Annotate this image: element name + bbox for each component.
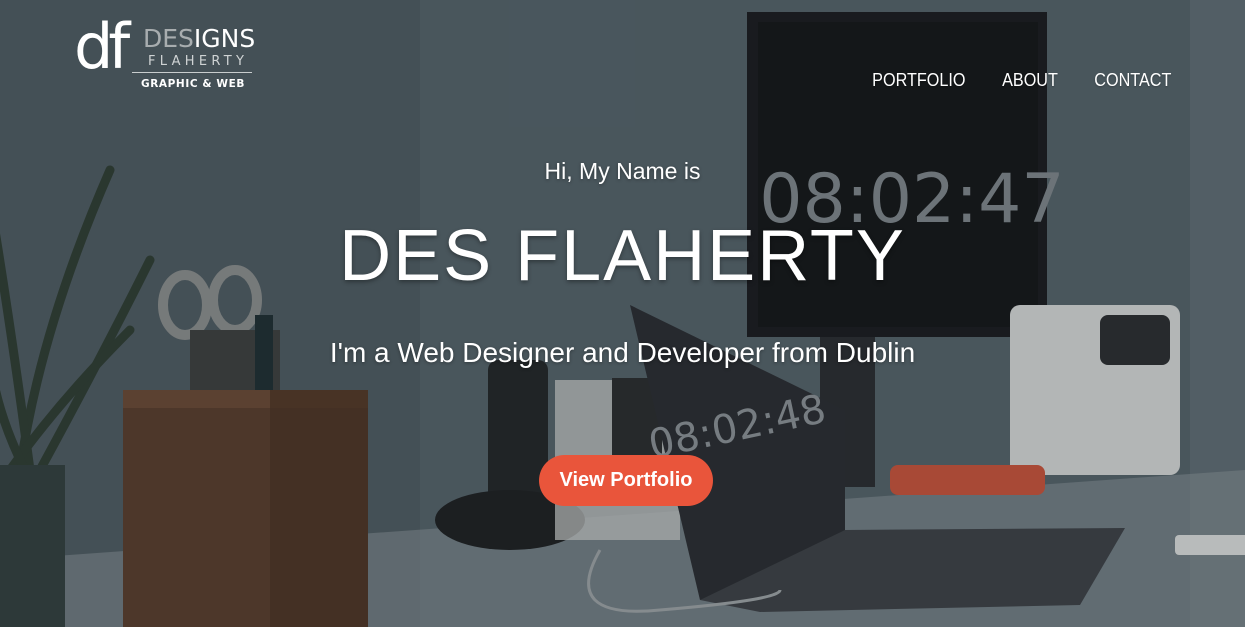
logo-designs-dim: DES bbox=[143, 24, 194, 53]
hero-name: DES FLAHERTY bbox=[339, 216, 906, 296]
logo-designs-bright: IGNS bbox=[193, 24, 256, 53]
main-nav: PORTFOLIO ABOUT CONTACT bbox=[867, 70, 1176, 91]
hero-tagline: I'm a Web Designer and Developer from Du… bbox=[329, 337, 916, 368]
hero-intro: Hi, My Name is bbox=[544, 158, 701, 184]
logo-designs: DESIGNS bbox=[143, 26, 255, 51]
logo-tagline: GRAPHIC & WEB bbox=[141, 78, 245, 90]
site-logo[interactable]: df DESIGNS FLAHERTY GRAPHIC & WEB bbox=[74, 16, 256, 98]
logo-divider bbox=[132, 72, 252, 73]
view-portfolio-button[interactable]: View Portfolio bbox=[539, 455, 713, 506]
nav-contact[interactable]: CONTACT bbox=[1095, 70, 1172, 91]
hero-section: 08:02:47 08:02:48 df DESIGNS FLAHERTY GR… bbox=[0, 0, 1245, 627]
nav-portfolio[interactable]: PORTFOLIO bbox=[872, 70, 965, 91]
nav-about[interactable]: ABOUT bbox=[1002, 70, 1058, 91]
logo-flaherty: FLAHERTY bbox=[148, 54, 249, 69]
logo-monogram: df bbox=[74, 10, 130, 83]
